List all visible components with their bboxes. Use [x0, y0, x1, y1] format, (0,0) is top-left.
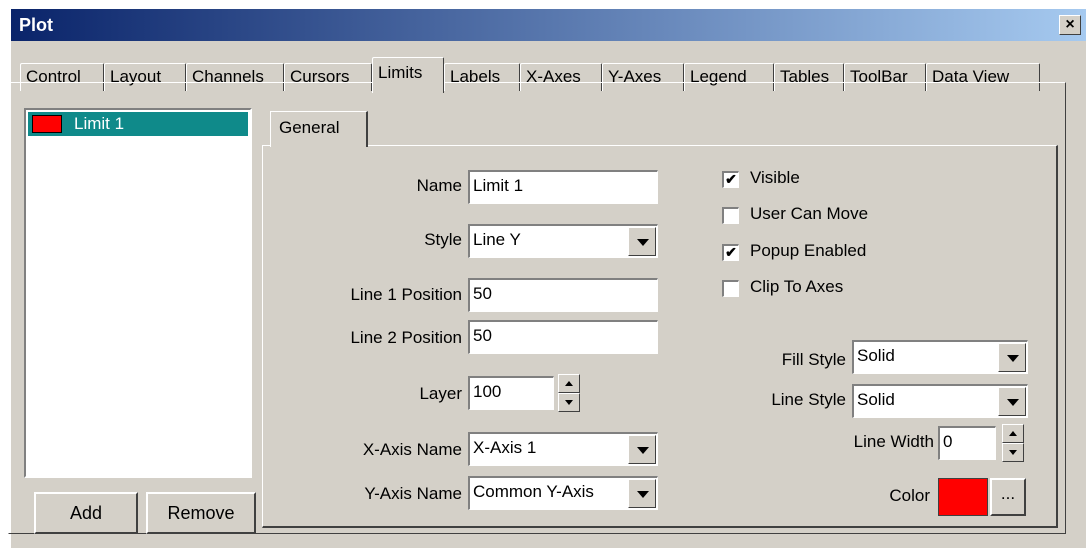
line2-position-label: Line 2 Position	[350, 328, 462, 347]
user-can-move-checkbox[interactable]	[722, 207, 739, 224]
visible-checkbox[interactable]: ✔	[722, 171, 739, 188]
limit-color-swatch	[32, 115, 62, 133]
line-width-field[interactable]: 0	[938, 426, 996, 460]
spin-up-icon[interactable]	[558, 374, 580, 393]
clip-to-axes-label: Clip To Axes	[750, 277, 844, 296]
clip-to-axes-checkbox[interactable]	[722, 280, 739, 297]
name-label: Name	[416, 176, 462, 195]
fill-style-label: Fill Style	[781, 350, 846, 369]
color-label: Color	[889, 486, 930, 505]
layer-field[interactable]: 100	[468, 376, 554, 410]
style-select-value: Line Y	[473, 230, 521, 249]
style-select[interactable]: Line Y	[468, 224, 658, 258]
line1-position-field[interactable]: 50	[468, 278, 658, 312]
y-axis-name-value: Common Y-Axis	[473, 482, 594, 501]
spin-down-icon[interactable]	[558, 393, 580, 412]
line-style-label: Line Style	[771, 390, 846, 409]
chevron-down-icon[interactable]	[628, 435, 656, 464]
color-picker-button[interactable]: ...	[990, 478, 1026, 516]
limit-list-item[interactable]: Limit 1	[28, 112, 248, 136]
window-title: Plot	[19, 15, 53, 35]
line-width-label: Line Width	[853, 432, 934, 451]
tab-general[interactable]: General	[270, 111, 368, 147]
layer-spinner[interactable]	[558, 374, 580, 412]
chevron-down-icon[interactable]	[998, 343, 1026, 372]
y-axis-name-select[interactable]: Common Y-Axis	[468, 476, 658, 510]
visible-label: Visible	[750, 168, 800, 187]
user-can-move-label: User Can Move	[750, 204, 869, 223]
x-axis-name-value: X-Axis 1	[473, 438, 537, 457]
close-button[interactable]: ×	[1059, 15, 1081, 35]
chevron-down-icon[interactable]	[628, 227, 656, 256]
popup-enabled-checkbox[interactable]: ✔	[722, 244, 739, 261]
limit-list[interactable]: Limit 1	[24, 108, 252, 478]
remove-button[interactable]: Remove	[146, 492, 256, 534]
x-axis-name-select[interactable]: X-Axis 1	[468, 432, 658, 466]
color-swatch[interactable]	[938, 478, 988, 516]
spin-down-icon[interactable]	[1002, 443, 1024, 462]
title-bar: Plot ×	[11, 9, 1086, 41]
chevron-down-icon[interactable]	[998, 387, 1026, 416]
add-button[interactable]: Add	[34, 492, 138, 534]
spin-up-icon[interactable]	[1002, 424, 1024, 443]
tab-limits[interactable]: Limits	[372, 57, 444, 93]
line-style-value: Solid	[857, 390, 895, 409]
x-axis-name-label: X-Axis Name	[362, 440, 462, 459]
layer-label: Layer	[419, 384, 462, 403]
line-width-spinner[interactable]	[1002, 424, 1024, 462]
popup-enabled-label: Popup Enabled	[750, 241, 867, 260]
y-axis-name-label: Y-Axis Name	[364, 484, 462, 503]
line2-position-field[interactable]: 50	[468, 320, 658, 354]
chevron-down-icon[interactable]	[628, 479, 656, 508]
limit-list-item-label: Limit 1	[74, 114, 125, 133]
fill-style-select[interactable]: Solid	[852, 340, 1028, 374]
name-field[interactable]: Limit 1	[468, 170, 658, 204]
line1-position-label: Line 1 Position	[350, 285, 462, 304]
fill-style-value: Solid	[857, 346, 895, 365]
style-label: Style	[424, 230, 462, 249]
tab-strip: Control Layout Channels Cursors Limits Labels…	[10, 40, 1086, 93]
line-style-select[interactable]: Solid	[852, 384, 1028, 418]
